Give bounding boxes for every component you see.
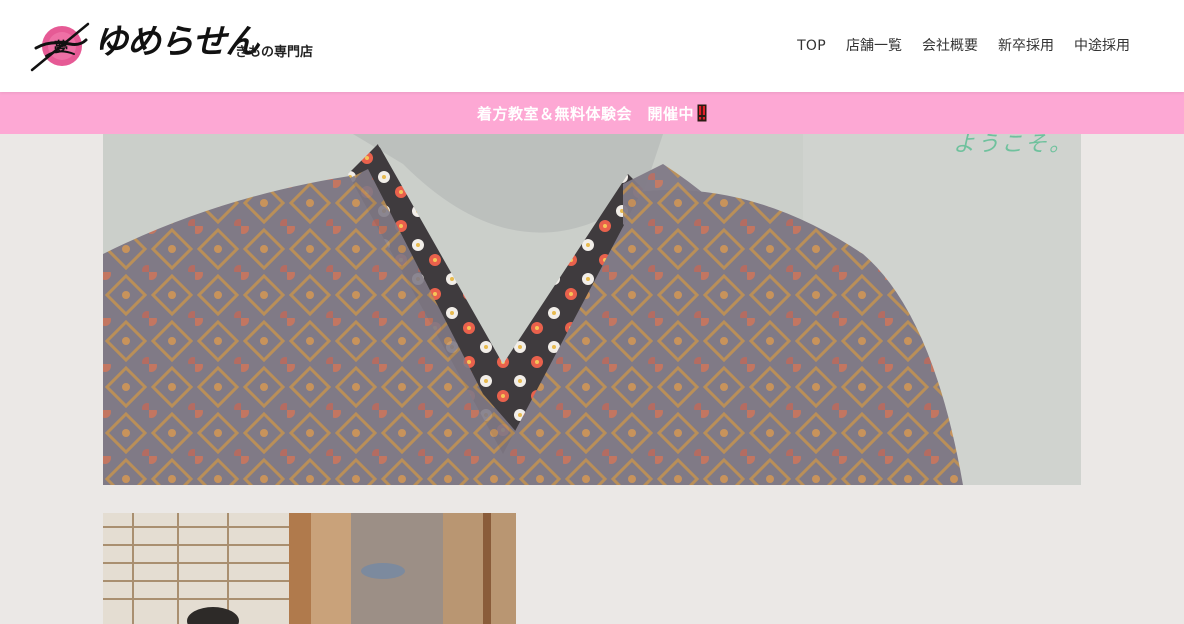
kimono-collar-illustration (103, 134, 1081, 485)
logo-wordmark: ゆめらせん (94, 22, 259, 62)
logo-emblem-text: 夢 (54, 39, 68, 56)
announcement-text: 着方教室＆無料体験会 開催中 (476, 104, 694, 123)
announcement-bar: 着方教室＆無料体験会 開催中 (0, 92, 1184, 134)
nav-item-mid-career-recruit[interactable]: 中途採用 (1074, 36, 1130, 56)
logo-emblem-icon: 夢 (30, 22, 90, 72)
shop-interior-image (103, 513, 516, 624)
logo-subtitle: きもの専門店 (235, 45, 314, 60)
global-nav: TOP 店舗一覧 会社概要 新卒採用 中途採用 (797, 36, 1130, 56)
nav-item-store-list[interactable]: 店舗一覧 (846, 36, 902, 56)
announcement-link[interactable]: 着方教室＆無料体験会 開催中 (477, 103, 707, 124)
nav-item-top[interactable]: TOP (797, 36, 826, 56)
shop-interior-illustration (103, 513, 516, 624)
double-exclamation-icon (697, 104, 707, 122)
nav-item-new-graduate-recruit[interactable]: 新卒採用 (998, 36, 1054, 56)
hero-kimono-image: ようこそ。 (103, 134, 1081, 485)
site-header: 夢 ゆめらせん きもの専門店 TOP 店舗一覧 会社概要 新卒採用 中途採用 (0, 0, 1184, 92)
site-logo[interactable]: 夢 ゆめらせん きもの専門店 (30, 18, 330, 74)
hero-caption: ようこそ。 (952, 134, 1073, 157)
nav-item-company[interactable]: 会社概要 (922, 36, 978, 56)
